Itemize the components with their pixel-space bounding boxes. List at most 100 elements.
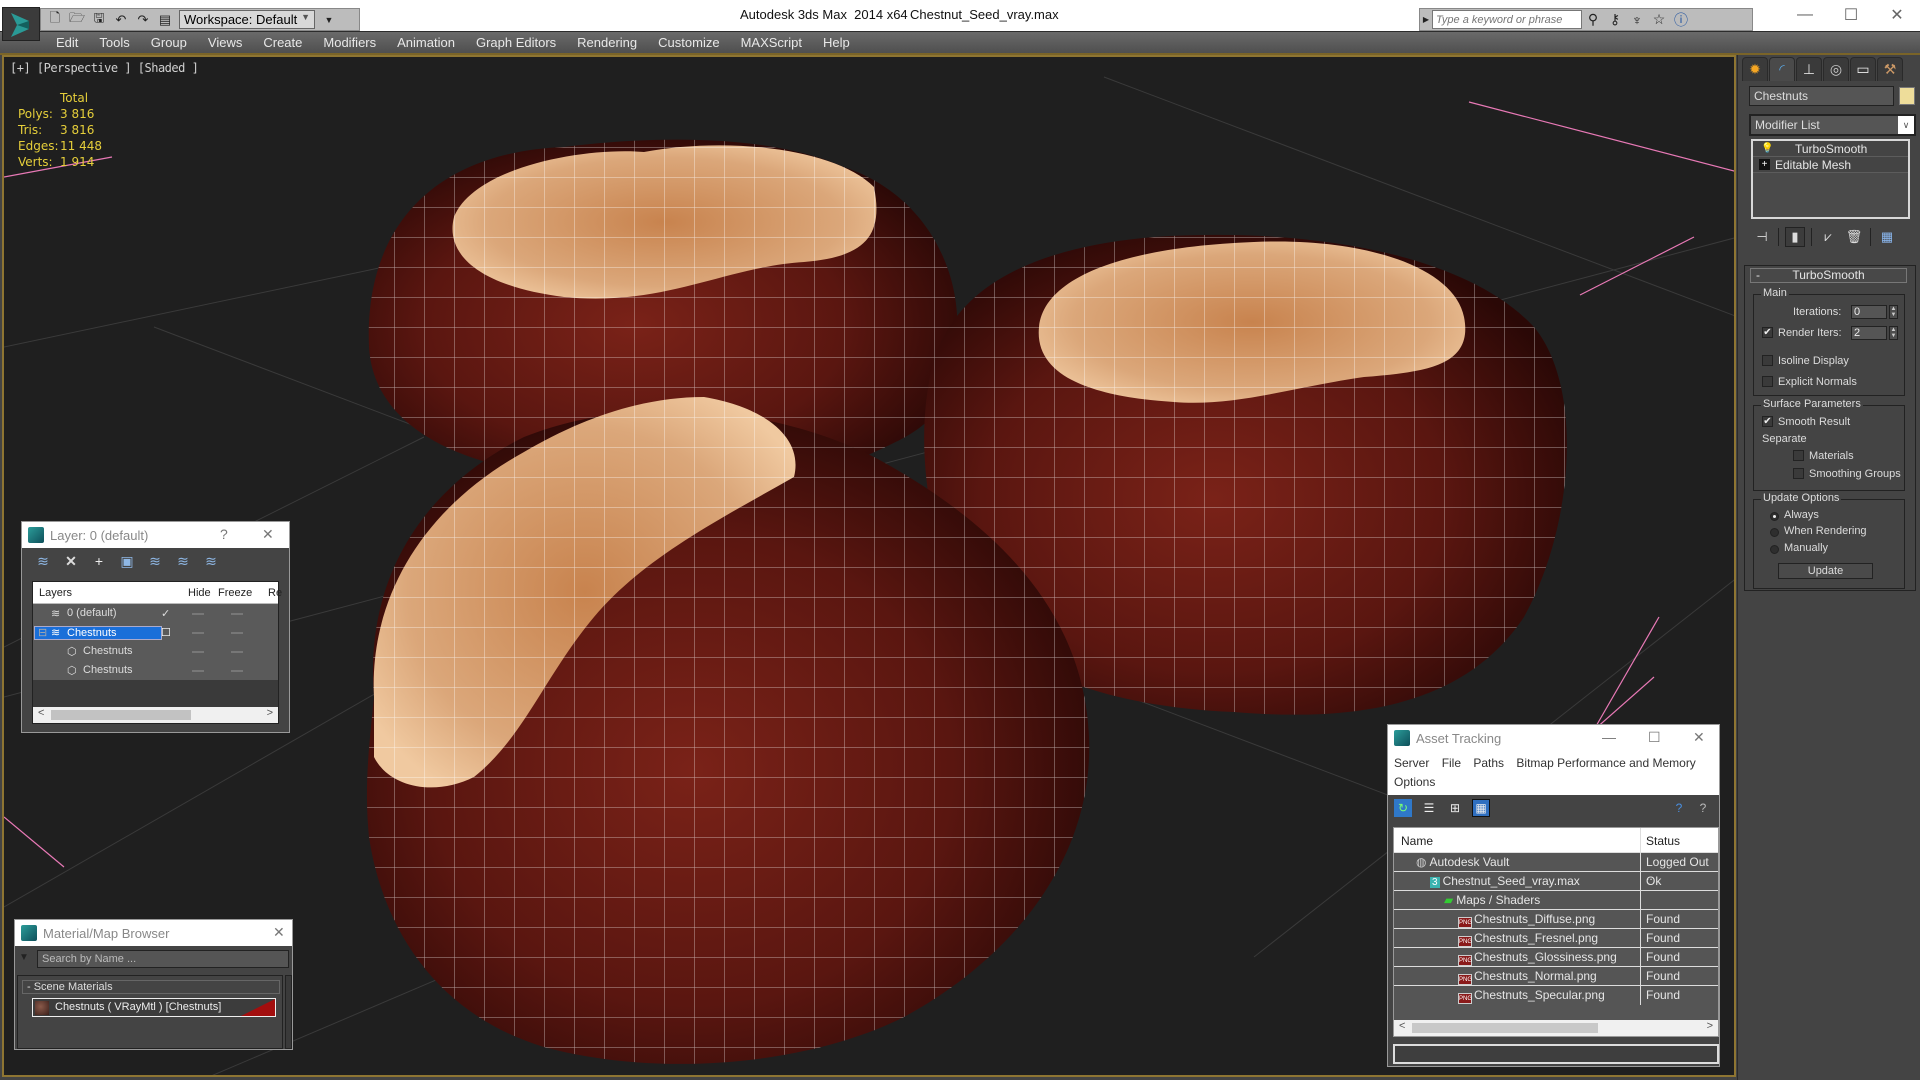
show-end-result-icon[interactable]: ▮ [1785,227,1805,247]
minimize-button[interactable]: — [1602,729,1616,745]
asset-row[interactable]: ▰ Maps / Shaders [1394,890,1718,910]
new-file-icon[interactable]: 🗋 [47,10,63,28]
menu-file[interactable]: File [1442,756,1461,770]
app-menu-button[interactable] [2,7,40,41]
binoculars-icon[interactable]: ⚲ [1582,11,1604,28]
freeze-toggle[interactable] [231,613,243,615]
remove-modifier-icon[interactable]: 🗑 [1844,227,1864,247]
close-button[interactable]: ✕ [262,526,274,543]
help-icon[interactable]: ⓘ [1670,10,1692,30]
vertical-scrollbar[interactable] [285,975,292,1049]
update-button[interactable]: Update [1778,563,1873,579]
column-header-name[interactable]: Name [1401,834,1433,848]
tree-view-icon[interactable]: ⊞ [1446,799,1464,817]
help-button[interactable]: ? [220,526,228,542]
hide-freeze-all-icon[interactable]: ≋ [202,552,220,570]
render-iters-checkbox[interactable]: ✔ [1762,327,1773,338]
column-header[interactable]: Layers [39,587,72,599]
rollout-header[interactable]: - TurboSmooth [1750,268,1907,283]
render-iters-spinner[interactable]: 2 [1851,326,1887,340]
menu-bitmap-performance[interactable]: Bitmap Performance and Memory [1516,756,1695,770]
materials-checkbox[interactable] [1793,450,1804,461]
menu-animation[interactable]: Animation [397,35,455,50]
material-item[interactable]: Chestnuts ( VRayMtl ) [Chestnuts] [32,998,276,1017]
menu-options[interactable]: Options [1394,775,1435,789]
hide-toggle[interactable] [192,670,204,672]
motion-tab[interactable]: ◎ [1823,57,1849,81]
layer-object-row[interactable]: ⬡ Chestnuts [33,661,278,680]
asset-row[interactable]: ◍ Autodesk Vault Logged Out .. [1394,852,1718,883]
create-layer-icon[interactable]: ≋ [34,552,52,570]
undo-icon[interactable]: ↶ [113,12,129,28]
create-tab[interactable]: ✹ [1742,57,1768,81]
scene-materials-group[interactable]: - Scene Materials [22,980,280,994]
minimize-button[interactable]: — [1782,0,1828,30]
menu-server[interactable]: Server [1394,756,1429,770]
pin-stack-icon[interactable]: ⊣ [1752,227,1772,247]
scroll-left-icon[interactable]: < [1399,1020,1405,1032]
stack-item-turbosmooth[interactable]: 💡 TurboSmooth [1753,141,1908,157]
menu-create[interactable]: Create [263,35,302,50]
satellite-icon[interactable]: ♆ [1626,12,1648,28]
menu-group[interactable]: Group [151,35,187,50]
explicit-normals-checkbox[interactable] [1762,376,1773,387]
isoline-display-checkbox[interactable] [1762,355,1773,366]
menu-tools[interactable]: Tools [99,35,129,50]
menu-graph-editors[interactable]: Graph Editors [476,35,556,50]
hide-toggle[interactable] [192,632,204,634]
stack-item-editable-mesh[interactable]: + Editable Mesh [1753,157,1908,173]
asset-row[interactable]: PNG Chestnuts_Fresnel.png Found [1394,928,1718,948]
make-unique-icon[interactable]: ⩗ [1818,227,1838,247]
material-browser-titlebar[interactable]: Material/Map Browser ✕ [15,920,292,946]
layer-window-titlebar[interactable]: Layer: 0 (default) ? ✕ [22,522,289,548]
save-icon[interactable]: 🖫 [91,10,107,28]
iterations-spinner[interactable]: 0 [1851,305,1887,319]
scroll-right-icon[interactable]: > [1707,1020,1713,1032]
list-view-icon[interactable]: ☰ [1420,799,1438,817]
viewport-label[interactable]: [+] [Perspective ] [Shaded ] [10,61,199,75]
freeze-toggle[interactable] [231,670,243,672]
layer-row-selected[interactable]: Chestnuts ⊟ ≋ ☐ [33,623,278,642]
render-iters-spinner-arrows[interactable]: ▲ ▼ [1889,326,1898,340]
utilities-tab[interactable]: ⚒ [1877,57,1903,81]
search-input[interactable] [1432,10,1582,29]
menu-help[interactable]: Help [823,35,850,50]
menu-modifiers[interactable]: Modifiers [323,35,376,50]
filter-menu-icon[interactable]: ▼ [19,952,29,963]
configure-modifier-sets-icon[interactable]: ▦ [1877,227,1897,247]
horizontal-scrollbar[interactable]: < > [1394,1020,1718,1036]
select-objects-icon[interactable]: ▣ [118,552,136,570]
hide-toggle[interactable] [192,651,204,653]
object-name-field[interactable]: Chestnuts [1749,86,1894,106]
collapse-icon[interactable]: ⊟ [38,626,47,639]
open-file-icon[interactable]: 🗁 [69,10,85,28]
object-color-swatch[interactable] [1899,87,1915,105]
menu-rendering[interactable]: Rendering [577,35,637,50]
table-view-icon[interactable]: ▦ [1472,799,1490,817]
web-help-icon[interactable]: ? [1670,799,1688,817]
project-folder-icon[interactable]: ▤ [157,12,173,28]
menu-edit[interactable]: Edit [56,35,78,50]
modifier-list-dropdown[interactable]: Modifier List ∨ [1749,114,1916,136]
close-button[interactable]: ✕ [273,924,285,941]
asset-row[interactable]: PNG Chestnuts_Diffuse.png Found [1394,909,1718,929]
radio-when-rendering[interactable] [1770,528,1779,537]
current-layer-check[interactable]: ✓ [161,607,170,620]
column-separator[interactable] [1640,828,1641,852]
close-button[interactable]: ✕ [1693,729,1705,746]
lightbulb-icon[interactable]: 💡 [1761,143,1773,154]
material-search-input[interactable]: Search by Name ... [37,950,289,968]
radio-manually[interactable] [1770,545,1779,554]
maximize-button[interactable]: ☐ [1828,0,1874,30]
scroll-right-icon[interactable]: > [267,707,273,719]
workspace-select[interactable]: Workspace: Default ▼ [179,10,315,29]
column-header[interactable]: Re [268,587,282,599]
asset-row[interactable]: PNG Chestnuts_Specular.png Found [1394,985,1718,1005]
menu-paths[interactable]: Paths [1473,756,1504,770]
modify-tab[interactable]: ◜ [1769,57,1795,81]
radio-always[interactable] [1770,512,1779,521]
key-icon[interactable]: ⚷ [1604,11,1626,28]
column-header[interactable]: Freeze [218,587,252,599]
redo-icon[interactable]: ↷ [135,12,151,28]
delete-layer-icon[interactable]: ✕ [62,552,80,570]
